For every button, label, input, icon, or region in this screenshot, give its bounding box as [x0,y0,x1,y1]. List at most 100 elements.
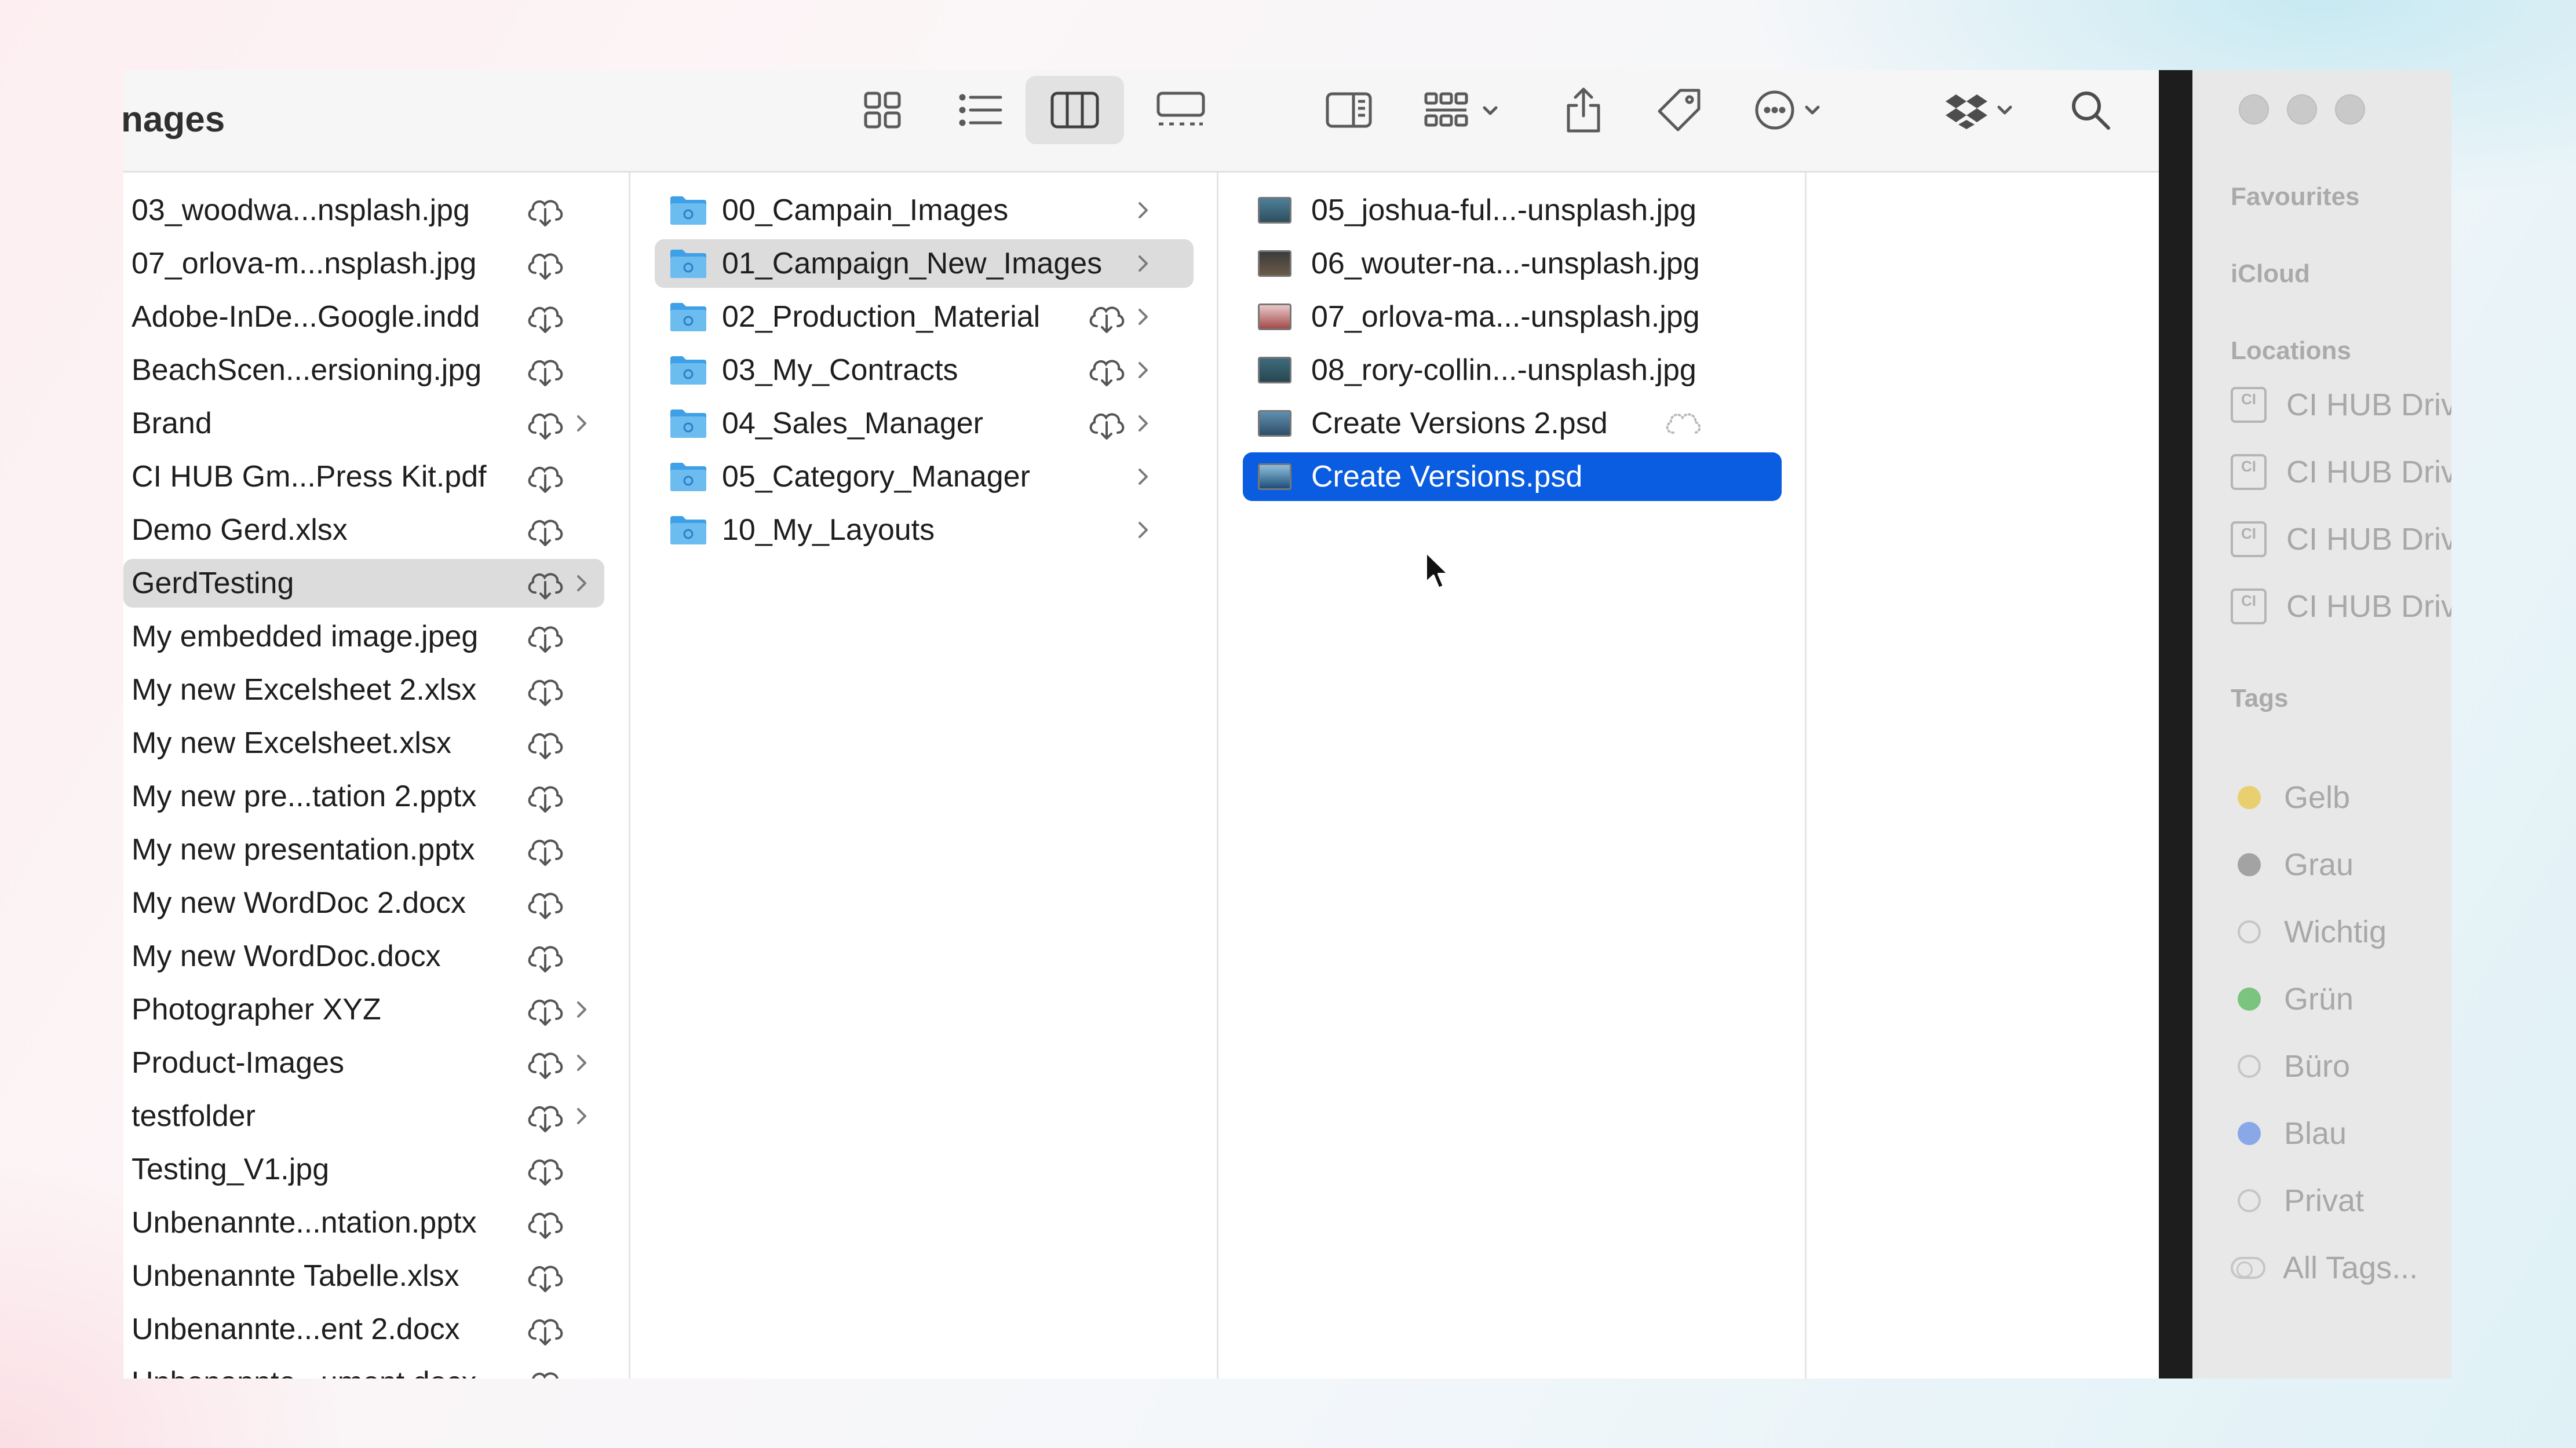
cloud-status[interactable] [525,674,565,706]
cloud-download-icon[interactable] [525,301,565,333]
file-row[interactable]: Unbenannte...ntation.pptx [123,1198,604,1247]
file-row[interactable]: 07_orlova-ma...-unsplash.jpg [1243,292,1782,341]
cloud-status[interactable] [525,354,565,386]
folder-row[interactable]: 04_Sales_Manager [655,399,1194,448]
file-row[interactable]: CI HUB Gm...Press Kit.pdf [123,452,604,501]
file-row[interactable]: Unbenannte...ument.docx [123,1358,604,1378]
cloud-download-icon[interactable] [525,194,565,226]
icon-view-icon[interactable] [848,76,917,144]
cloud-download-icon[interactable] [525,940,565,972]
cloud-download-icon[interactable] [525,1366,565,1378]
cloud-download-icon[interactable] [525,887,565,919]
cloud-download-icon[interactable] [525,833,565,866]
cloud-status[interactable] [525,301,565,333]
share-icon[interactable] [1549,76,1618,144]
file-row[interactable]: My new pre...tation 2.pptx [123,772,604,821]
file-row[interactable]: 05_joshua-ful...-unsplash.jpg [1243,186,1782,235]
file-row[interactable]: BeachScen...ersioning.jpg [123,346,604,394]
sidebar-location-item[interactable]: CI CI HUB Driv [2231,583,2451,630]
cloud-status[interactable] [525,887,565,919]
close-window-button[interactable] [2239,94,2269,125]
folder-row[interactable]: 02_Production_Material [655,292,1194,341]
more-actions-icon[interactable] [1746,76,1838,144]
file-row[interactable]: 03_woodwa...nsplash.jpg [123,186,604,235]
cloud-download-icon[interactable] [525,727,565,759]
cloud-download-icon[interactable] [525,780,565,813]
cloud-status[interactable] [1086,407,1127,440]
folder-row[interactable]: 05_Category_Manager [655,452,1194,501]
cloud-status[interactable] [525,1047,565,1079]
minimize-window-button[interactable] [2287,94,2317,125]
cloud-status[interactable] [525,993,565,1026]
sidebar-location-item[interactable]: CI CI HUB Driv [2231,516,2451,562]
column-view-icon[interactable] [1026,76,1124,144]
preview-pane-icon[interactable] [1311,76,1386,144]
cloud-download-icon[interactable] [525,1260,565,1292]
cloud-status[interactable] [525,620,565,653]
file-row[interactable]: 08_rory-collin...-unsplash.jpg [1243,346,1782,394]
file-row[interactable]: My embedded image.jpeg [123,612,604,661]
cloud-download-icon[interactable] [525,620,565,653]
cloud-download-icon[interactable] [1086,354,1127,386]
folder-row[interactable]: GerdTesting [123,559,604,608]
cloud-status[interactable] [525,940,565,972]
dropbox-icon[interactable] [1937,76,2030,144]
folder-row[interactable]: Product-Images [123,1039,604,1087]
column-1[interactable]: 03_woodwa...nsplash.jpg 07_orlova-m...nsp… [123,173,630,1378]
folder-row[interactable]: 03_My_Contracts [655,346,1194,394]
cloud-status[interactable] [525,1153,565,1186]
cloud-status[interactable] [525,780,565,813]
cloud-status[interactable] [525,460,565,493]
sidebar-tag-item[interactable]: Büro [2231,1043,2350,1089]
cloud-status[interactable] [1086,301,1127,333]
sidebar-location-item[interactable]: CI CI HUB Driv [2231,449,2451,495]
cloud-status[interactable] [525,514,565,546]
cloud-download-icon[interactable] [525,1313,565,1345]
cloud-download-icon[interactable] [525,674,565,706]
cloud-download-icon[interactable] [525,460,565,493]
cloud-download-icon[interactable] [525,567,565,599]
cloud-status[interactable] [525,1260,565,1292]
sidebar-heading-favourites[interactable]: Favourites [2231,182,2360,211]
cloud-status[interactable] [1663,407,1703,440]
file-row[interactable]: Unbenannte...ent 2.docx [123,1305,604,1354]
cloud-pending-icon[interactable] [1663,407,1703,440]
cloud-download-icon[interactable] [525,247,565,280]
cloud-download-icon[interactable] [525,1047,565,1079]
tag-icon[interactable] [1644,76,1714,144]
file-row[interactable]: Demo Gerd.xlsx [123,506,604,554]
column-3[interactable]: 05_joshua-ful...-unsplash.jpg 06_wouter-n… [1218,173,1807,1378]
cloud-status[interactable] [525,1100,565,1132]
zoom-window-button[interactable] [2335,94,2365,125]
file-row[interactable]: Create Versions 2.psd [1243,399,1782,448]
cloud-download-icon[interactable] [525,407,565,440]
sidebar-tag-item[interactable]: Wichtig [2231,909,2387,955]
sidebar-heading-icloud[interactable]: iCloud [2231,259,2310,288]
folder-row[interactable]: 01_Campaign_New_Images [655,239,1194,288]
cloud-download-icon[interactable] [525,354,565,386]
cloud-status[interactable] [525,194,565,226]
file-row[interactable]: My new WordDoc 2.docx [123,879,604,927]
file-row[interactable]: Testing_V1.jpg [123,1145,604,1194]
cloud-status[interactable] [525,247,565,280]
file-row[interactable]: 06_wouter-na...-unsplash.jpg [1243,239,1782,288]
cloud-status[interactable] [525,567,565,599]
sidebar-heading-locations[interactable]: Locations [2231,337,2351,365]
file-row[interactable]: My new Excelsheet.xlsx [123,719,604,767]
cloud-status[interactable] [525,1313,565,1345]
file-row[interactable]: 07_orlova-m...nsplash.jpg [123,239,604,288]
file-row[interactable]: My new presentation.pptx [123,825,604,874]
cloud-status[interactable] [525,1366,565,1378]
list-view-icon[interactable] [946,76,1016,144]
cloud-download-icon[interactable] [525,1153,565,1186]
sidebar-heading-tags[interactable]: Tags [2231,684,2288,713]
sidebar-tag-item[interactable]: Gelb [2231,774,2350,821]
sidebar-tag-item[interactable]: Blau [2231,1110,2347,1157]
cloud-status[interactable] [525,727,565,759]
file-row[interactable]: My new WordDoc.docx [123,932,604,981]
file-row[interactable]: My new Excelsheet 2.xlsx [123,666,604,714]
folder-row[interactable]: Photographer XYZ [123,985,604,1034]
file-row[interactable]: Unbenannte Tabelle.xlsx [123,1252,604,1300]
folder-row[interactable]: 00_Campain_Images [655,186,1194,235]
cloud-status[interactable] [1086,354,1127,386]
